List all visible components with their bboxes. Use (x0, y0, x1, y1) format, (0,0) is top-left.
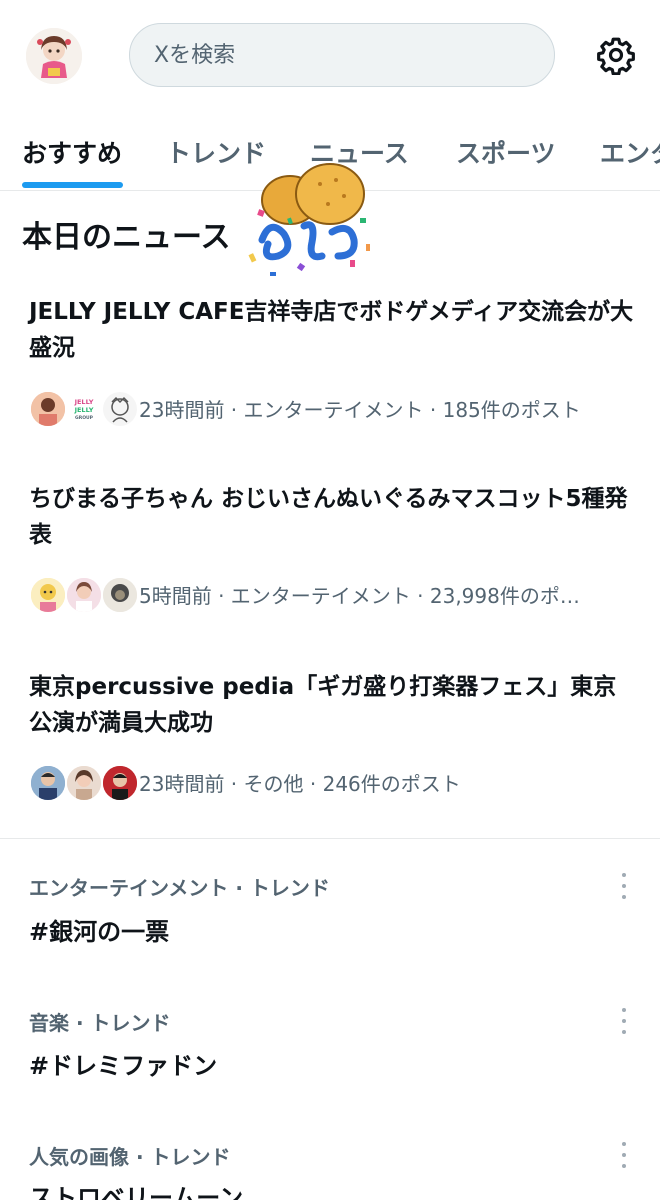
trend-name-3[interactable]: ストロベリームーン (29, 1178, 243, 1200)
trend-category-2: 音楽 · トレンド (29, 1011, 171, 1035)
avatar (29, 390, 67, 428)
trend-name-1[interactable]: #銀河の一票 (29, 912, 169, 947)
gear-icon[interactable] (596, 35, 636, 76)
news-meta-text-1: 23時間前 · エンターテイメント · 185件のポスト (139, 397, 581, 422)
avatar (65, 764, 103, 802)
section-divider (0, 838, 660, 839)
trend-category-1: エンターテインメント · トレンド (29, 876, 330, 900)
avatar (65, 576, 103, 614)
news-title-3[interactable]: 東京percussive pedia「ギガ盛り打楽器フェス」東京公演が満員大成功 (29, 669, 635, 741)
more-vertical-icon[interactable] (614, 1008, 634, 1034)
news-meta-1[interactable]: JELLY JELLY GROUP 23時間前 · エンターテイメント · 18… (29, 386, 635, 430)
avatar-illustration (26, 28, 82, 84)
avatar (101, 764, 139, 802)
active-tab-indicator (22, 182, 123, 188)
profile-avatar[interactable] (26, 28, 82, 84)
logo-line-2: JELLY (74, 406, 94, 414)
section-title: 本日のニュース (22, 220, 231, 255)
trend-category-3: 人気の画像 · トレンド (29, 1145, 231, 1169)
more-vertical-icon[interactable] (614, 1142, 634, 1168)
logo-line-3: GROUP (75, 415, 94, 421)
news-avatars-1: JELLY JELLY GROUP (29, 388, 139, 428)
explore-page: おすすめ トレンド ニュース スポーツ エンタ 本日のニュース (0, 0, 660, 1200)
news-meta-text-2: 5時間前 · エンターテイメント · 23,998件のポ… (139, 583, 580, 608)
news-avatars-3 (29, 762, 139, 802)
search-bar[interactable] (129, 23, 555, 87)
logo-line-1: JELLY (74, 398, 94, 406)
news-avatars-2 (29, 574, 139, 614)
mushroom-mascot-sticker (240, 160, 380, 290)
avatar (101, 576, 139, 614)
more-vertical-icon[interactable] (614, 873, 634, 899)
news-meta-3[interactable]: 23時間前 · その他 · 246件のポスト (29, 760, 635, 804)
news-meta-2[interactable]: 5時間前 · エンターテイメント · 23,998件のポ… (29, 572, 635, 616)
search-input[interactable] (152, 41, 536, 69)
top-bar (0, 0, 660, 110)
avatar (29, 576, 67, 614)
news-title-1[interactable]: JELLY JELLY CAFE吉祥寺店でボドゲメディア交流会が大盛況 (29, 294, 635, 366)
tab-entertainment[interactable]: エンタ (600, 134, 660, 170)
avatar (29, 764, 67, 802)
news-title-2[interactable]: ちびまる子ちゃん おじいさんぬいぐるみマスコット5種発表 (29, 481, 635, 553)
news-meta-text-3: 23時間前 · その他 · 246件のポスト (139, 771, 461, 796)
tab-sports[interactable]: スポーツ (456, 134, 556, 170)
tab-for-you[interactable]: おすすめ (22, 134, 122, 170)
avatar (101, 390, 139, 428)
jelly-group-logo: JELLY JELLY GROUP (65, 390, 103, 428)
trend-name-2[interactable]: #ドレミファドン (29, 1046, 217, 1081)
